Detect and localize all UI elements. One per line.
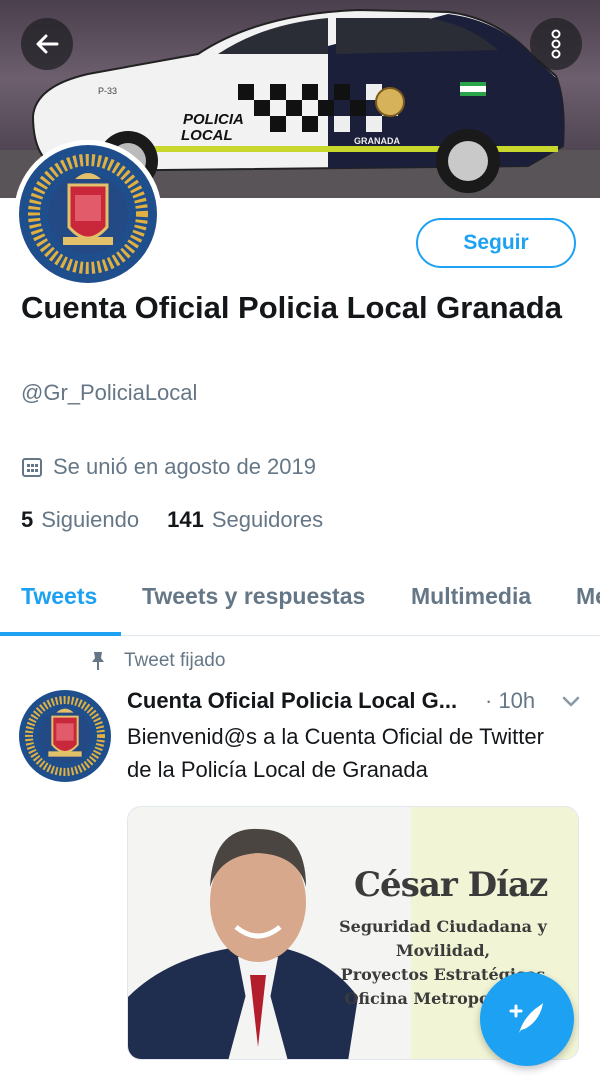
- tweet-timestamp[interactable]: · 10h: [485, 688, 535, 714]
- joined-date: Se unió en agosto de 2019: [21, 454, 316, 480]
- follow-button[interactable]: Seguir: [416, 218, 576, 268]
- more-options-button[interactable]: [530, 18, 582, 70]
- profile-display-name: Cuenta Oficial Policia Local Granada: [21, 290, 562, 325]
- compose-tweet-button[interactable]: [480, 972, 574, 1066]
- profile-tabs: Tweets Tweets y respuestas Multimedia Me: [0, 565, 600, 636]
- tweet-author-avatar[interactable]: [19, 690, 111, 782]
- tab-likes[interactable]: Me: [576, 583, 600, 610]
- pinned-tweet-label: Tweet fijado: [90, 650, 225, 672]
- following-count: 5: [21, 507, 34, 532]
- media-caption-line: Movilidad,: [395, 941, 491, 960]
- tweet-author-name[interactable]: Cuenta Oficial Policia Local G...: [127, 688, 479, 714]
- arrow-left-icon: [36, 34, 59, 54]
- followers-count: 141: [167, 507, 204, 532]
- media-caption-line: Seguridad Ciudadana y: [339, 917, 547, 936]
- following-link[interactable]: 5 Siguiendo: [21, 507, 139, 533]
- police-badge-logo: [19, 145, 157, 283]
- chevron-down-icon[interactable]: [560, 690, 582, 712]
- tweet-text: Bienvenid@s a la Cuenta Oficial de Twitt…: [127, 724, 544, 782]
- following-label: Siguiendo: [41, 507, 140, 532]
- tab-tweets-and-replies[interactable]: Tweets y respuestas: [142, 583, 365, 610]
- tab-tweets[interactable]: Tweets: [21, 583, 97, 610]
- tab-media[interactable]: Multimedia: [411, 583, 531, 610]
- active-tab-indicator: [0, 632, 121, 636]
- svg-text:P-33: P-33: [98, 86, 117, 96]
- more-vertical-icon: [551, 29, 561, 59]
- pinned-tweet-text: Tweet fijado: [124, 650, 226, 671]
- police-badge-logo: [19, 690, 111, 782]
- followers-label: Seguidores: [211, 507, 324, 532]
- svg-text:POLICIA: POLICIA: [183, 111, 244, 128]
- follow-counts: 5 Siguiendo 141 Seguidores: [21, 507, 351, 533]
- svg-text:GRANADA: GRANADA: [354, 136, 400, 146]
- joined-date-text: Se unió en agosto de 2019: [53, 454, 317, 479]
- back-button[interactable]: [21, 18, 73, 70]
- followers-link[interactable]: 141 Seguidores: [167, 507, 323, 533]
- calendar-icon: [22, 458, 42, 477]
- svg-text:LOCAL: LOCAL: [181, 127, 233, 144]
- profile-avatar[interactable]: [14, 140, 162, 288]
- profile-handle: @Gr_PoliciaLocal: [21, 380, 198, 405]
- tweet-header: Cuenta Oficial Policia Local G... · 10h: [127, 688, 587, 714]
- media-person-name: César Díaz: [354, 865, 548, 905]
- pin-icon: [92, 652, 104, 670]
- compose-tweet-icon: [509, 1003, 543, 1033]
